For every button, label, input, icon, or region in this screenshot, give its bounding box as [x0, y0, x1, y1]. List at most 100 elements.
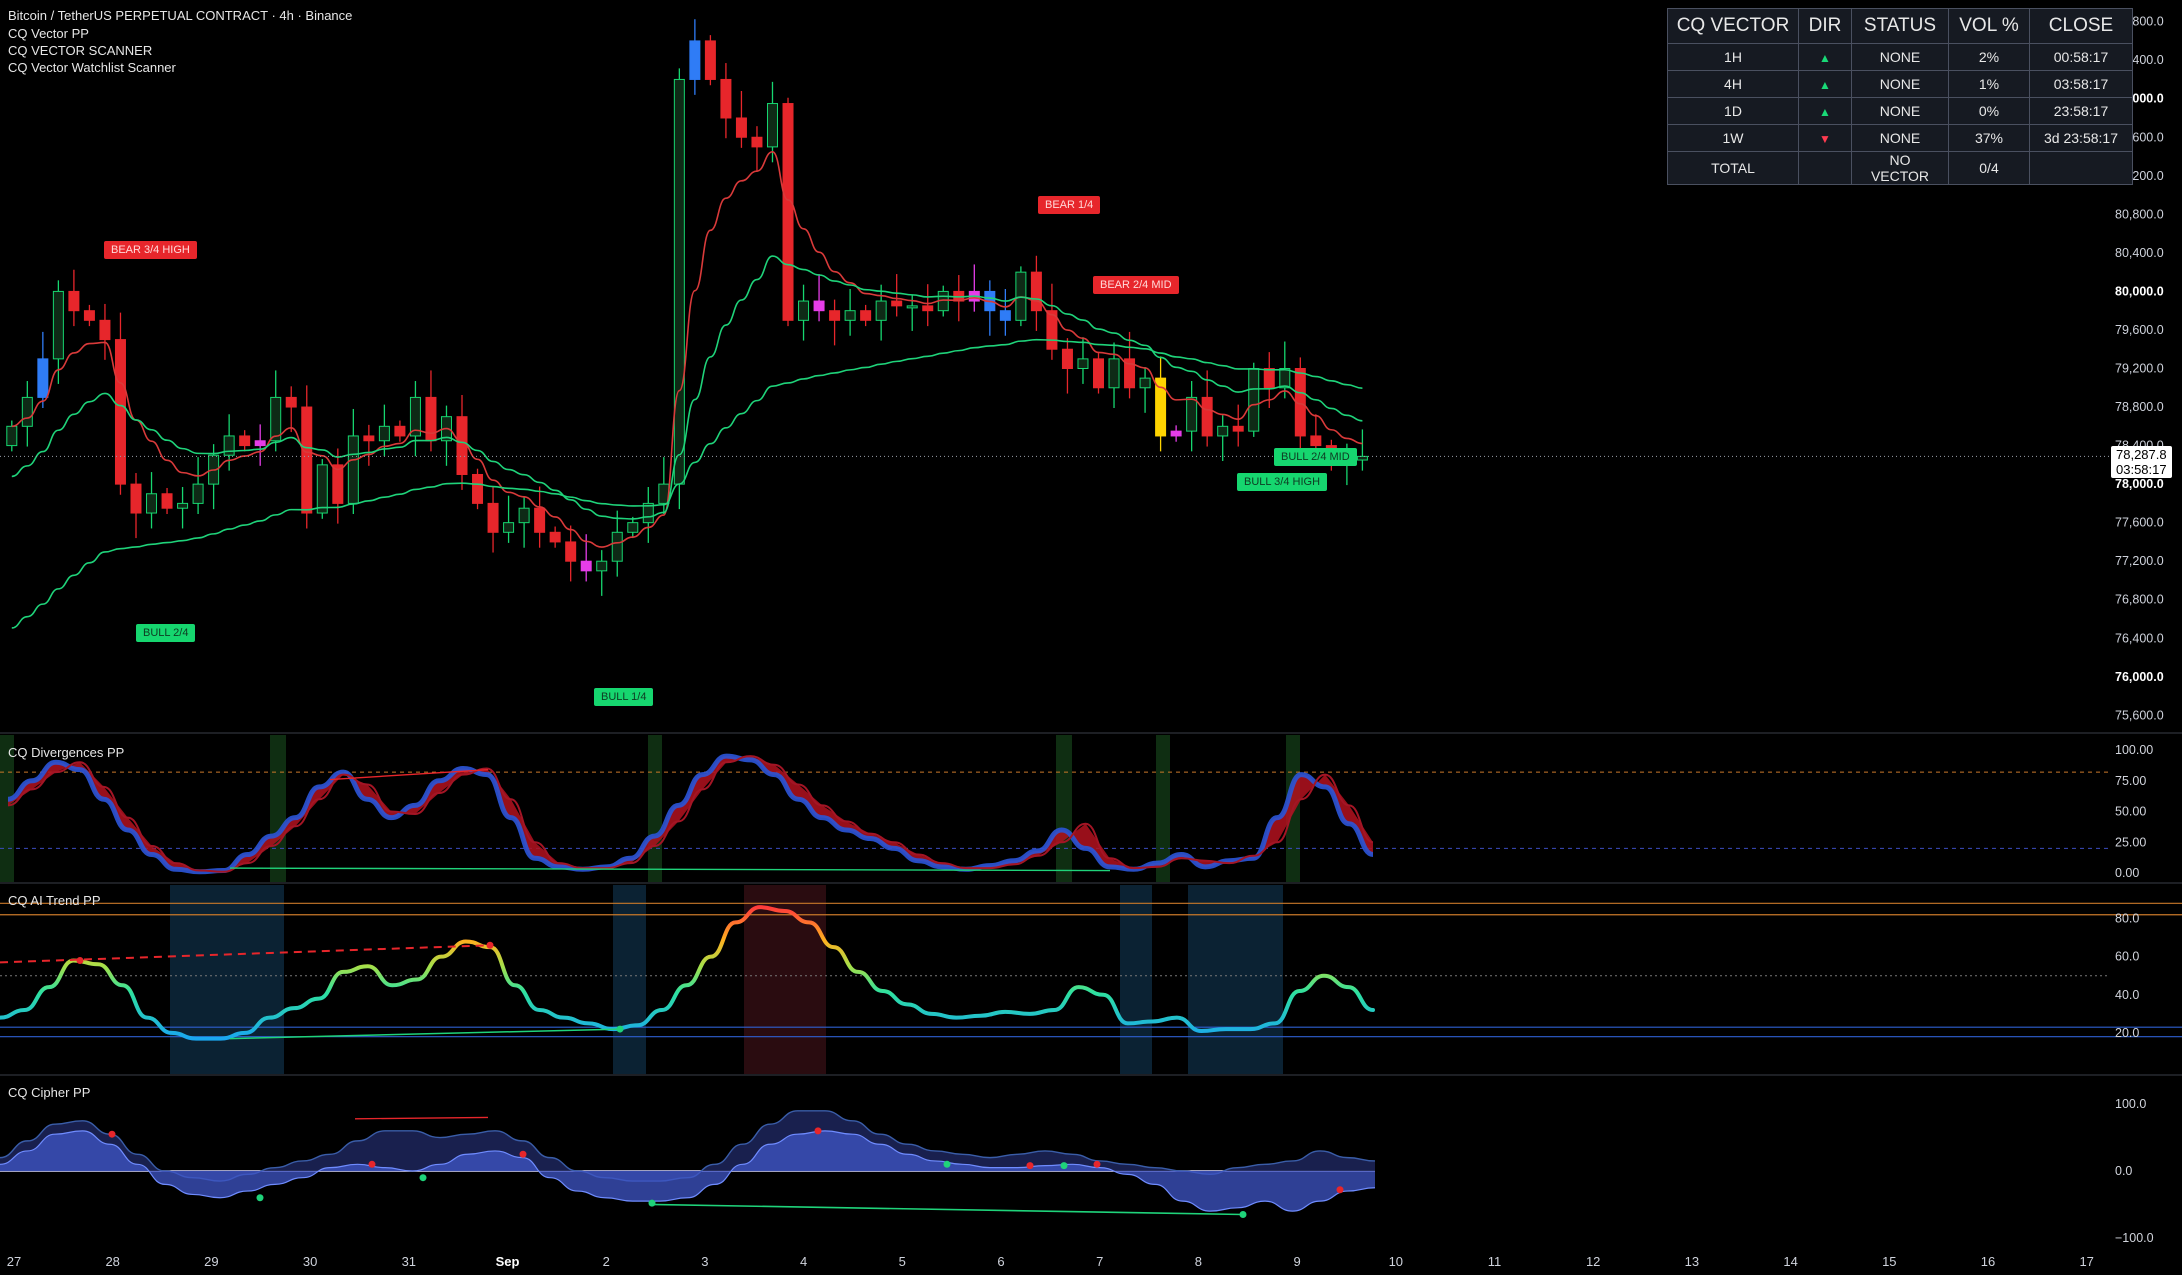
cipher-signal-dot	[1093, 1160, 1101, 1168]
candle-body	[611, 531, 623, 562]
candle-body	[580, 560, 592, 572]
indicator-legend-1[interactable]: CQ Vector PP	[8, 26, 89, 41]
trend-zone-bull	[1188, 885, 1283, 1074]
candle-body	[114, 339, 126, 485]
price-chart[interactable]: 27 28 29 30 31 Sep 2 3 4 5 6 7 8 9 10 11 12 13 14 15 16 1782,…	[0, 0, 2182, 1275]
candle-body	[21, 396, 33, 427]
candle-body	[689, 40, 701, 80]
candle-body	[1077, 358, 1089, 370]
cipher-signal-dot	[108, 1130, 116, 1138]
candle-body	[673, 78, 685, 485]
candle-body	[503, 522, 515, 533]
candle-body	[270, 396, 282, 442]
x-tick-label: 7	[1096, 1254, 1103, 1269]
indicator-legend-2[interactable]: CQ VECTOR SCANNER	[8, 43, 152, 58]
candle-body	[875, 300, 887, 321]
bar-countdown: 03:58:17	[2116, 462, 2167, 477]
y-tick-label: 0.00	[2115, 866, 2139, 880]
row-vol: 1%	[1948, 70, 2030, 98]
y-tick-label: 50.00	[2115, 805, 2146, 819]
cipher-wave-1	[0, 1130, 1375, 1212]
divergences-pane-title[interactable]: CQ Divergences PP	[8, 745, 124, 760]
x-tick-label: 11	[1488, 1254, 1502, 1269]
candle-body	[813, 300, 825, 312]
x-tick-label: 8	[1195, 1254, 1202, 1269]
cipher-signal-dot	[1026, 1162, 1034, 1170]
cipher-pane-title[interactable]: CQ Cipher PP	[8, 1085, 90, 1100]
divergence-zone	[270, 735, 286, 882]
y-tick-label: 100.0	[2115, 1097, 2146, 1111]
candle-body	[1030, 271, 1042, 312]
cipher-signal-dot	[519, 1150, 527, 1158]
y-tick-label: 76,800.0	[2115, 593, 2164, 607]
x-tick-label: 13	[1685, 1254, 1699, 1269]
candle-body	[735, 117, 747, 138]
candle-body	[68, 290, 80, 312]
row-close: 3d 23:58:17	[2029, 124, 2133, 152]
candle-body	[1356, 455, 1368, 461]
candle-body	[239, 435, 251, 447]
candle-body	[922, 305, 934, 312]
candle-body	[83, 310, 95, 321]
x-tick-label: 17	[2079, 1254, 2093, 1269]
candle-body	[565, 541, 577, 562]
total-vol: 0/4	[1948, 151, 2030, 185]
ai-trend-pane-title[interactable]: CQ AI Trend PP	[8, 893, 101, 908]
col-header-vol: VOL %	[1948, 8, 2030, 44]
cipher-bull-divergence	[649, 1203, 1244, 1216]
cipher-bear-divergence	[354, 1116, 489, 1120]
candle-body	[285, 396, 297, 408]
y-tick-label: 80,800.0	[2115, 207, 2164, 221]
x-tick-label: 31	[402, 1254, 416, 1269]
row-status: NONE	[1851, 97, 1949, 125]
vector-label-badge: BEAR 2/4 MID	[1093, 276, 1179, 294]
candle-body	[487, 502, 499, 533]
dir-up-icon: ▲	[1798, 97, 1852, 125]
ema-fast-line	[11, 151, 1363, 548]
y-tick-label: 20.0	[2115, 1026, 2139, 1040]
cipher-signal-dot	[256, 1194, 264, 1202]
x-tick-label: 4	[800, 1254, 807, 1269]
candle-body	[1279, 368, 1291, 389]
x-tick-label: 5	[899, 1254, 906, 1269]
candle-body	[798, 300, 810, 321]
candle-body	[704, 40, 716, 80]
candle-body	[1139, 377, 1151, 389]
candle-body	[37, 358, 49, 398]
candle-body	[456, 416, 468, 475]
cipher-signal-dot	[943, 1160, 951, 1168]
candle-body	[316, 464, 328, 514]
x-tick-label: 9	[1293, 1254, 1300, 1269]
y-tick-label: 75,600.0	[2115, 708, 2164, 722]
indicator-legend-3[interactable]: CQ Vector Watchlist Scanner	[8, 60, 176, 75]
cipher-signal-dot	[814, 1127, 822, 1135]
y-tick-label: 60.0	[2115, 950, 2139, 964]
row-vol: 0%	[1948, 97, 2030, 125]
row-close: 00:58:17	[2029, 43, 2133, 71]
y-tick-label: 77,600.0	[2115, 516, 2164, 530]
y-tick-label: 77,200.0	[2115, 554, 2164, 568]
x-tick-label: 3	[701, 1254, 708, 1269]
row-timeframe: 1W	[1667, 124, 1799, 152]
candle-body	[1248, 368, 1260, 432]
x-tick-label: 28	[105, 1254, 119, 1269]
y-tick-label: 75.00	[2115, 774, 2146, 788]
vector-scanner-table: CQ VECTOR DIR STATUS VOL % CLOSE 1H ▲ NO…	[1667, 8, 2133, 185]
row-vol: 2%	[1948, 43, 2030, 71]
trend-pivot-dot	[76, 956, 84, 964]
y-tick-label: 0.0	[2115, 1164, 2132, 1178]
cipher-signal-dot	[1239, 1211, 1247, 1218]
y-tick-label: −100.0	[2115, 1231, 2154, 1245]
table-row: 4H ▲ NONE 1% 03:58:17	[1667, 70, 2133, 98]
x-tick-label: 6	[997, 1254, 1004, 1269]
y-tick-label: 79,600.0	[2115, 323, 2164, 337]
candle-body	[829, 310, 841, 321]
x-tick-label: 14	[1783, 1254, 1797, 1269]
last-price: 78,287.8	[2116, 447, 2167, 462]
col-header-dir: DIR	[1798, 8, 1852, 44]
candle-body	[782, 103, 794, 321]
y-tick-label: 80.0	[2115, 912, 2139, 926]
candle-body	[1170, 430, 1182, 437]
candle-body	[891, 300, 903, 307]
vector-label-badge: BULL 2/4	[136, 624, 196, 642]
